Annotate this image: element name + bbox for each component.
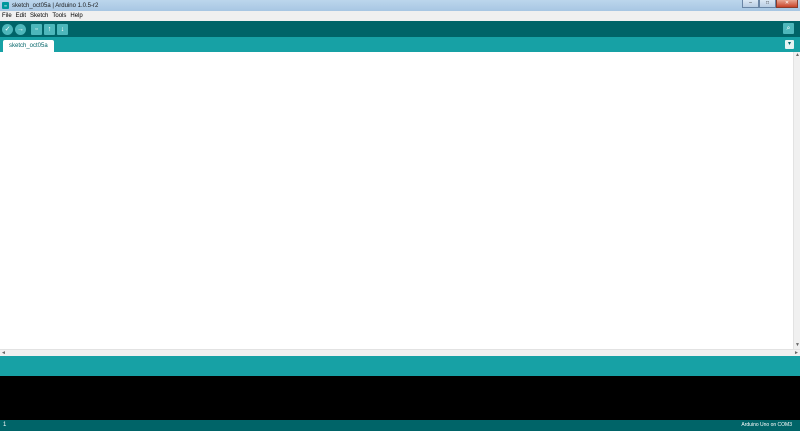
scroll-up-arrow-icon[interactable]: ▲ [794,52,800,59]
checkmark-icon: ✓ [4,25,11,33]
menu-sketch[interactable]: Sketch [30,13,48,19]
board-port-info: Arduino Uno on COM3 [741,422,792,428]
title-bar: ∞ sketch_oct05a | Arduino 1.0.5-r2 – □ ✕ [0,0,800,11]
maximize-button[interactable]: □ [759,0,776,8]
save-sketch-button[interactable]: ↓ [57,23,68,35]
verify-button[interactable]: ✓ [2,23,13,35]
message-area [0,356,800,376]
vertical-scrollbar[interactable]: ▲ ▼ [793,52,800,349]
serial-monitor-button[interactable]: ⌕ [783,23,794,34]
menu-help[interactable]: Help [70,13,82,19]
scroll-down-arrow-icon[interactable]: ▼ [794,342,800,349]
magnifier-icon: ⌕ [786,25,791,32]
arrow-down-icon: ↓ [60,25,65,33]
arduino-logo-icon: ∞ [2,2,9,9]
minimize-button[interactable]: – [742,0,759,8]
window-controls: – □ ✕ [742,0,798,10]
menu-file[interactable]: File [2,13,12,19]
new-sketch-button[interactable]: ▫ [31,23,42,35]
tab-strip: sketch_oct05a ▾ [0,37,800,52]
console-output [0,376,800,420]
tab-menu-button[interactable]: ▾ [785,40,794,49]
code-editor[interactable] [0,52,793,349]
chevron-down-icon: ▾ [787,41,791,47]
toolbar: ✓ → ▫ ↑ ↓ ⌕ [0,21,800,37]
open-sketch-button[interactable]: ↑ [44,23,55,35]
tab-sketch[interactable]: sketch_oct05a [3,40,54,52]
menu-edit[interactable]: Edit [16,13,26,19]
upload-button[interactable]: → [15,23,26,35]
horizontal-scrollbar[interactable]: ◄ ► [0,349,800,356]
menu-bar: File Edit Sketch Tools Help [0,11,800,21]
window-title: sketch_oct05a | Arduino 1.0.5-r2 [12,2,99,9]
line-number: 1 [3,422,7,428]
arrow-right-icon: → [17,25,24,33]
status-bar: 1 Arduino Uno on COM3 [0,420,800,431]
arrow-up-icon: ↑ [47,25,52,33]
menu-tools[interactable]: Tools [52,13,66,19]
new-file-icon: ▫ [35,25,38,33]
close-button[interactable]: ✕ [776,0,798,8]
